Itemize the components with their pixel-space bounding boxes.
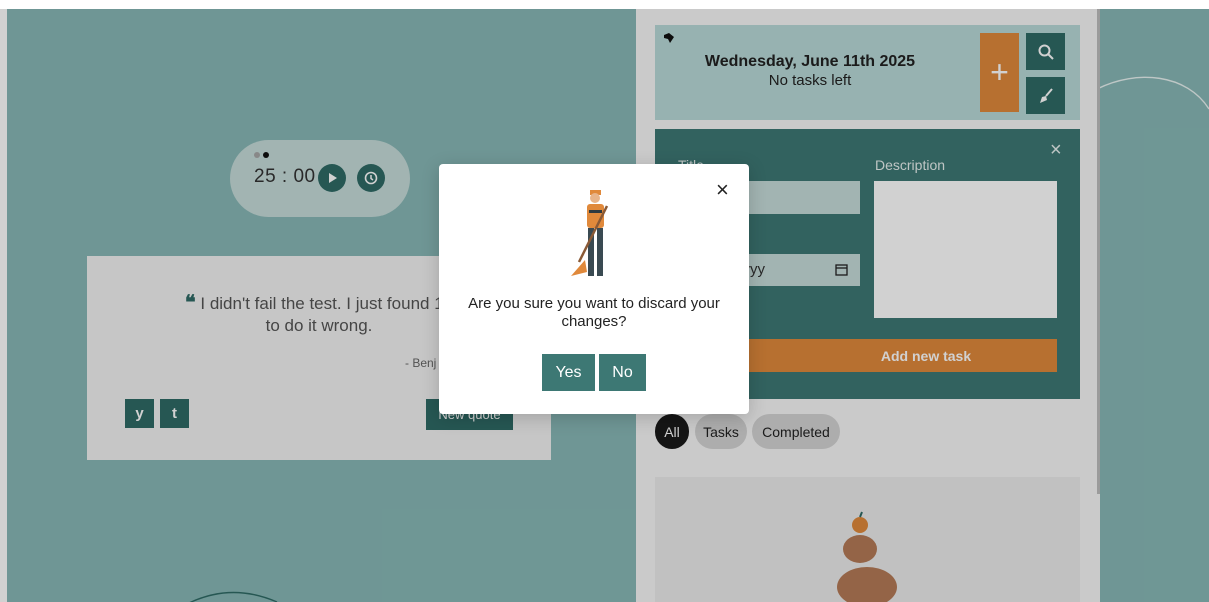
confirm-no-button[interactable]: No [599, 354, 646, 391]
dialog-message: Are you sure you want to discard your ch… [468, 295, 720, 330]
discard-changes-dialog: × Are you sure you want to discard your … [439, 164, 749, 414]
close-icon[interactable]: × [716, 177, 729, 203]
page-top-margin [0, 0, 1209, 9]
janitor-illustration [571, 190, 609, 276]
confirm-yes-button[interactable]: Yes [542, 354, 595, 391]
